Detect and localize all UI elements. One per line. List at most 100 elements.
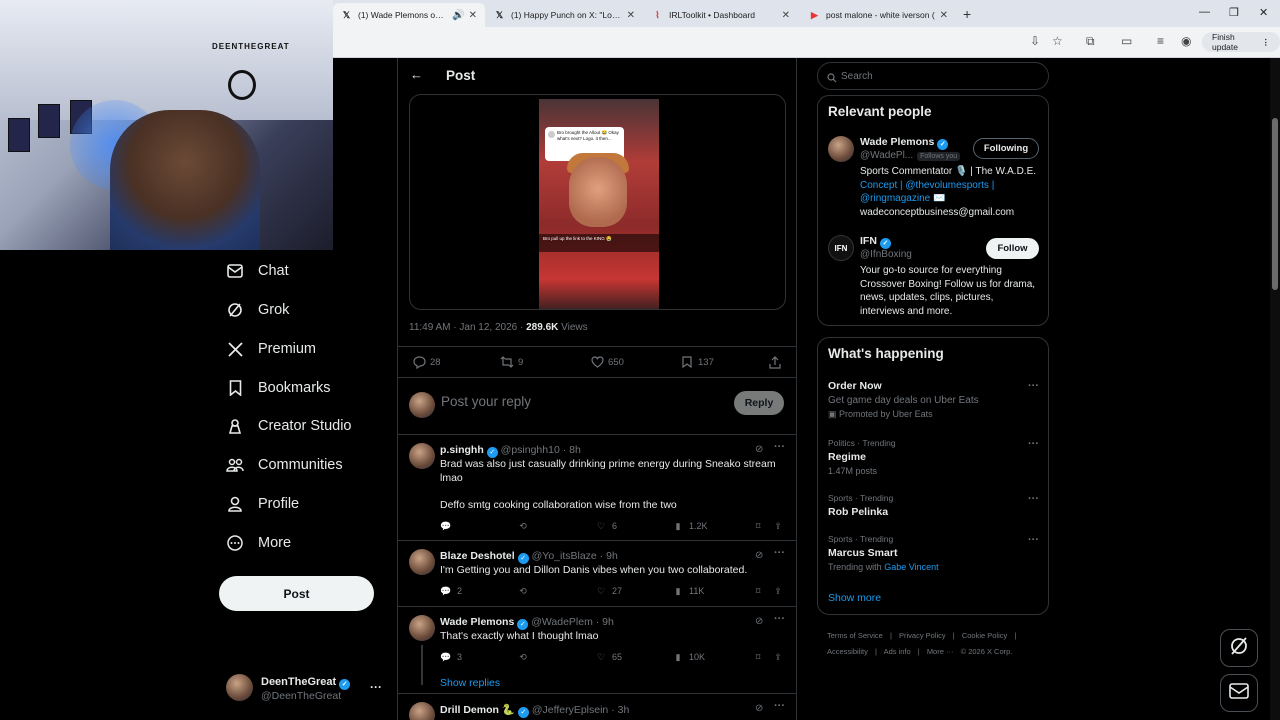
reply-button[interactable]: Reply bbox=[734, 391, 784, 415]
repost-action[interactable]: 9 bbox=[500, 355, 523, 369]
trend-item[interactable]: Politics · Trending Regime 1.47M posts ·… bbox=[828, 438, 1043, 476]
more-options-icon[interactable]: ··· bbox=[370, 680, 382, 694]
account-switcher[interactable]: DeenTheGreat ✓ @DeenTheGreat ··· bbox=[226, 674, 386, 704]
browser-tab-active[interactable]: 𝕏 (1) Wade Plemons on X: "Th 🔊 ✕ bbox=[333, 3, 485, 27]
avatar[interactable] bbox=[409, 702, 435, 720]
reply-input[interactable]: Post your reply bbox=[441, 394, 531, 409]
reply-action[interactable]: 💬 3 bbox=[440, 651, 462, 663]
footer-link[interactable]: More ··· bbox=[927, 647, 954, 656]
nav-bookmarks[interactable]: Bookmarks bbox=[226, 373, 331, 403]
like-action[interactable]: ♡ 27 bbox=[595, 585, 622, 597]
reply-tweet[interactable]: p.singhh ✓ @psinghh10 · 8h ⊘ ··· Brad was… bbox=[398, 435, 796, 541]
trend-item[interactable]: Order Now Get game day deals on Uber Eat… bbox=[828, 380, 1043, 420]
share-action[interactable]: ⇪ bbox=[772, 651, 789, 663]
more-options-icon[interactable]: ··· bbox=[774, 613, 785, 625]
star-icon[interactable]: ☆ bbox=[1052, 34, 1063, 48]
following-button[interactable]: Following bbox=[973, 138, 1039, 159]
profile-icon[interactable]: ◉ bbox=[1181, 34, 1191, 48]
compose-post-button[interactable]: Post bbox=[219, 576, 374, 611]
nav-more[interactable]: More bbox=[226, 528, 291, 558]
grok-icon[interactable]: ⊘ bbox=[755, 550, 763, 561]
ifn-logo-icon[interactable]: IFN bbox=[828, 235, 854, 261]
back-arrow-icon[interactable]: ← bbox=[410, 67, 423, 82]
close-tab-icon[interactable]: ✕ bbox=[782, 10, 790, 21]
like-action[interactable]: 650 bbox=[590, 355, 624, 369]
nav-creator-studio[interactable]: Creator Studio bbox=[226, 411, 352, 441]
show-replies-link[interactable]: Show replies bbox=[440, 677, 500, 689]
repost-action[interactable]: ⟲ bbox=[517, 585, 534, 597]
repost-action[interactable]: ⟲ bbox=[517, 651, 534, 663]
messages-floating-button[interactable] bbox=[1220, 674, 1258, 712]
cast-icon[interactable]: ▭ bbox=[1121, 34, 1132, 48]
close-tab-icon[interactable]: ✕ bbox=[469, 10, 477, 21]
nav-premium[interactable]: Premium bbox=[226, 334, 316, 364]
minimize-icon[interactable]: — bbox=[1199, 6, 1210, 18]
reply-tweet[interactable]: Drill Demon 🐍 ✓ @JefferyEplsein · 3h ⊘ ··… bbox=[398, 694, 796, 720]
grok-icon[interactable]: ⊘ bbox=[755, 616, 763, 627]
reply-tweet[interactable]: Blaze Deshotel ✓ @Yo_itsBlaze · 9h ⊘ ··· … bbox=[398, 541, 796, 607]
reply-action[interactable]: 28 bbox=[412, 355, 441, 369]
person-name[interactable]: IFN ✓ bbox=[860, 235, 891, 249]
reply-tweet[interactable]: Wade Plemons ✓ @WadePlem · 9h ⊘ ··· That'… bbox=[398, 607, 796, 694]
finish-update-button[interactable]: Finish update ⋮ bbox=[1202, 32, 1280, 52]
bookmark-action[interactable]: ⌑ bbox=[752, 585, 769, 597]
page-scrollbar[interactable] bbox=[1270, 58, 1280, 720]
nav-chat[interactable]: Chat bbox=[226, 256, 289, 286]
close-tab-icon[interactable]: ✕ bbox=[627, 10, 635, 21]
share-action[interactable]: ⇪ bbox=[772, 520, 789, 532]
like-action[interactable]: ♡ 65 bbox=[595, 651, 622, 663]
trend-item[interactable]: Sports · Trending Rob Pelinka ··· bbox=[828, 493, 1043, 518]
extensions-icon[interactable]: ⧉ bbox=[1086, 34, 1095, 49]
follow-button[interactable]: Follow bbox=[986, 238, 1039, 259]
speaker-icon[interactable]: 🔊 bbox=[452, 10, 464, 21]
grok-icon[interactable]: ⊘ bbox=[755, 703, 763, 714]
avatar[interactable] bbox=[409, 615, 435, 641]
grok-floating-button[interactable] bbox=[1220, 629, 1258, 667]
media-control-icon[interactable]: ≡ bbox=[1157, 34, 1164, 48]
like-action[interactable]: ♡ 6 bbox=[595, 520, 617, 532]
restore-icon[interactable]: ❐ bbox=[1229, 6, 1239, 19]
avatar[interactable] bbox=[409, 549, 435, 575]
post-timestamp[interactable]: 11:49 AM · Jan 12, 2026 · bbox=[409, 322, 526, 333]
trend-item[interactable]: Sports · Trending Marcus Smart Trending … bbox=[828, 534, 1043, 572]
share-action[interactable] bbox=[768, 355, 786, 369]
more-options-icon[interactable]: ··· bbox=[1028, 438, 1039, 450]
footer-link[interactable]: Privacy Policy bbox=[899, 631, 946, 640]
views-action[interactable]: ▮ 1.2K bbox=[672, 520, 708, 532]
browser-tab[interactable]: ▶ post malone - white iverson ( ✕ bbox=[801, 3, 956, 27]
show-more-link[interactable]: Show more bbox=[828, 592, 881, 604]
repost-action[interactable]: ⟲ bbox=[517, 520, 534, 532]
nav-profile[interactable]: Profile bbox=[226, 489, 299, 519]
new-tab-icon[interactable]: + bbox=[963, 6, 971, 22]
browser-tab[interactable]: 𝕏 (1) Happy Punch on X: "Logan P ✕ bbox=[486, 3, 643, 27]
nav-communities[interactable]: Communities bbox=[226, 450, 343, 480]
more-options-icon[interactable]: ··· bbox=[774, 547, 785, 559]
more-options-icon[interactable]: ··· bbox=[774, 441, 785, 453]
reply-action[interactable]: 💬 bbox=[440, 520, 457, 532]
more-options-icon[interactable]: ··· bbox=[774, 700, 785, 712]
close-window-icon[interactable]: ✕ bbox=[1259, 6, 1268, 19]
nav-grok[interactable]: Grok bbox=[226, 295, 289, 325]
more-options-icon[interactable]: ··· bbox=[1028, 380, 1039, 392]
video-player[interactable]: Bro brought the Allout 😂 Okay what's nex… bbox=[539, 99, 659, 309]
post-media[interactable]: Bro brought the Allout 😂 Okay what's nex… bbox=[409, 94, 786, 310]
bookmark-action[interactable]: 137 bbox=[680, 355, 714, 369]
footer-link[interactable]: Ads info bbox=[884, 647, 911, 656]
share-action[interactable]: ⇪ bbox=[772, 585, 789, 597]
bookmark-action[interactable]: ⌑ bbox=[752, 520, 769, 532]
reply-action[interactable]: 💬 2 bbox=[440, 585, 462, 597]
bookmark-action[interactable]: ⌑ bbox=[752, 651, 769, 663]
footer-link[interactable]: Accessibility bbox=[827, 647, 868, 656]
install-icon[interactable]: ⇩ bbox=[1030, 34, 1040, 48]
person-name[interactable]: Wade Plemons ✓ bbox=[860, 136, 949, 150]
views-action[interactable]: ▮ 11K bbox=[672, 585, 705, 597]
more-options-icon[interactable]: ··· bbox=[1028, 534, 1039, 546]
browser-tab[interactable]: ⌇ IRLToolkit • Dashboard ✕ bbox=[644, 3, 798, 27]
scrollbar-thumb[interactable] bbox=[1272, 118, 1278, 290]
footer-link[interactable]: Terms of Service bbox=[827, 631, 883, 640]
more-options-icon[interactable]: ··· bbox=[1028, 493, 1039, 505]
search-input[interactable]: Search bbox=[817, 62, 1049, 90]
avatar[interactable] bbox=[409, 443, 435, 469]
avatar[interactable] bbox=[828, 136, 854, 162]
views-action[interactable]: ▮ 10K bbox=[672, 651, 706, 663]
